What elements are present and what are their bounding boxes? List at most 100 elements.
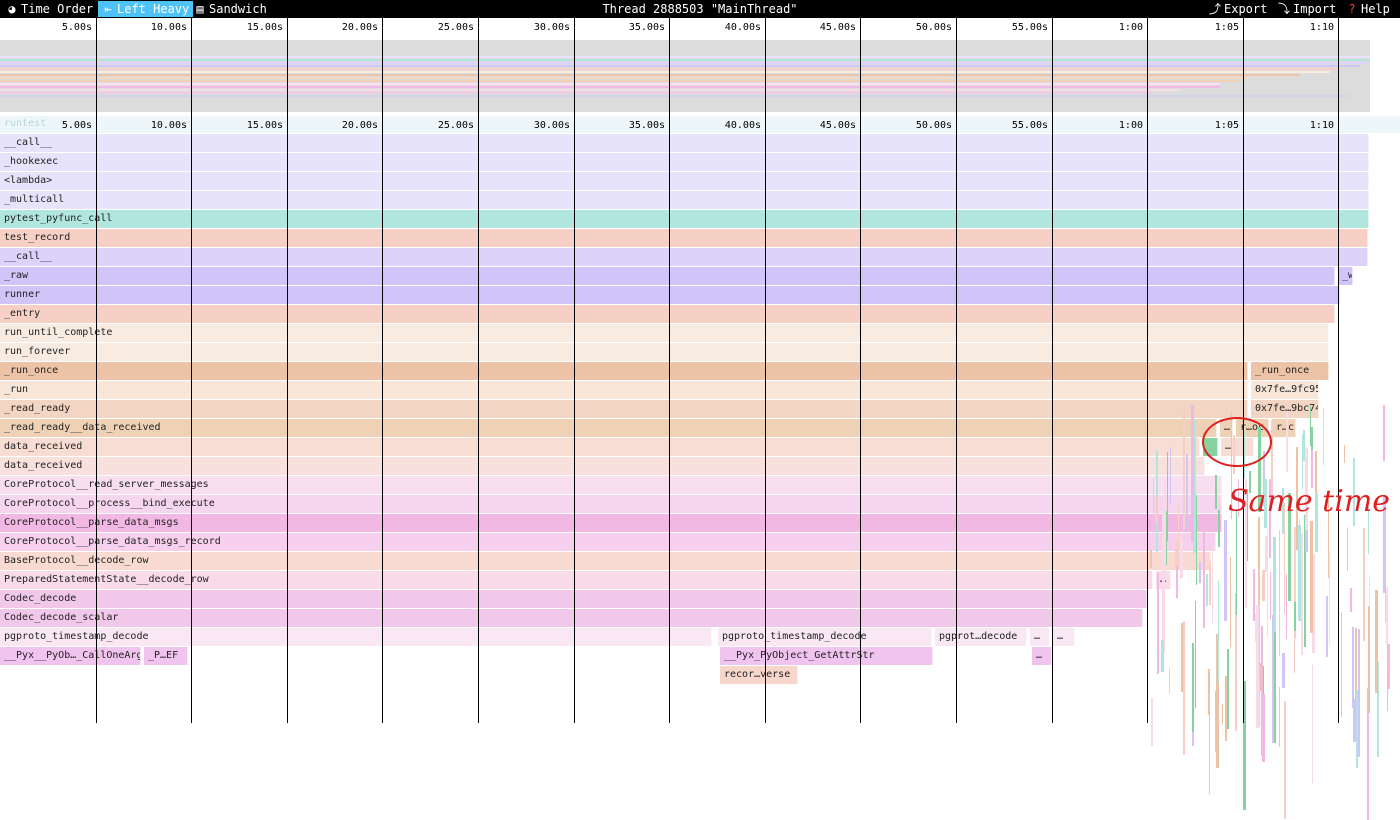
minimap-tick-label: 50.00s — [915, 22, 952, 33]
flame-frame[interactable]: _raw — [0, 267, 1335, 285]
annotation-text: Same time — [1228, 484, 1391, 519]
flame-tail — [1310, 406, 1312, 447]
flame-frame[interactable]: pgprot…decode — [935, 628, 1027, 646]
flame-tick-label: 20.00s — [341, 120, 378, 131]
flame-frame[interactable]: _multicall — [0, 191, 1369, 209]
flame-tail — [1182, 621, 1185, 756]
flame-tail — [1214, 475, 1217, 509]
flame-frame[interactable]: _P…EF — [144, 647, 188, 665]
minimap-tick-label: 10.00s — [150, 22, 187, 33]
sandwich-icon: ▤ — [196, 2, 204, 16]
flame-tail — [1170, 447, 1172, 505]
flame-frame[interactable]: _run_once — [0, 362, 1248, 380]
flame-tick-label: 30.00s — [533, 120, 570, 131]
flame-frame[interactable]: data_received — [0, 438, 1200, 456]
flame-row: _read_ready__data_received…r…ocr…c — [0, 419, 1370, 437]
clock-icon: ◕ — [8, 2, 16, 16]
flame-frame[interactable]: r…c — [1272, 419, 1296, 437]
flame-frame[interactable]: … — [1030, 628, 1050, 646]
flame-row: runner — [0, 286, 1370, 304]
flame-tick-label: 5.00s — [61, 120, 92, 131]
flame-tail — [1293, 602, 1296, 632]
flame-frame[interactable]: pgproto_timestamp_decode — [718, 628, 932, 646]
tab-left-heavy[interactable]: ⇤ Left Heavy — [98, 1, 194, 17]
flame-frame[interactable]: __Pyx__PyOb…_CallOneArg — [0, 647, 141, 665]
flame-row: _multicall — [0, 191, 1370, 209]
flame-row: test_record — [0, 229, 1370, 247]
flame-frame[interactable]: CoreProtocol__process__bind_execute — [0, 495, 1222, 513]
flame-row: __call__ — [0, 134, 1370, 152]
flame-frame[interactable]: Codec_decode_scalar — [0, 609, 1143, 627]
grid-line — [1243, 18, 1244, 723]
tab-time-order[interactable]: ◕ Time Order — [2, 1, 97, 17]
flame-tick-label: 50.00s — [915, 120, 952, 131]
flame-tail — [1270, 572, 1272, 620]
grid-line — [1052, 18, 1053, 723]
flame-frame[interactable]: CoreProtocol__read_server_messages — [0, 476, 1222, 494]
flame-frame[interactable]: _run — [0, 381, 1248, 399]
flame-row: data_received… — [0, 438, 1370, 456]
flame-tail — [1208, 688, 1210, 794]
flame-row: <lambda> — [0, 172, 1370, 190]
flame-tail — [1355, 690, 1358, 769]
flame-tail — [1322, 408, 1324, 466]
flame-frame[interactable]: … — [1053, 628, 1075, 646]
help-button[interactable]: ? Help — [1342, 1, 1394, 17]
flame-tick-label: 10.00s — [150, 120, 187, 131]
flame-frame[interactable]: _w — [1338, 267, 1353, 285]
flame-tail — [1387, 672, 1389, 712]
flame-tick-label: 55.00s — [1011, 120, 1048, 131]
flame-frame[interactable]: runner — [0, 286, 1340, 304]
flame-tail — [1167, 452, 1169, 542]
flame-frame[interactable]: __call__ — [0, 248, 1368, 266]
minimap-tick-label: 5.00s — [61, 22, 92, 33]
grid-line — [574, 18, 575, 723]
flame-tail — [1264, 536, 1267, 573]
flame-frame[interactable]: PreparedStatementState__decode_row — [0, 571, 1153, 589]
flame-frame[interactable]: _read_ready — [0, 400, 1248, 418]
flame-tail — [1212, 546, 1214, 624]
flame-tail — [1199, 562, 1202, 584]
flame-tail — [1205, 573, 1208, 606]
flame-tail — [1258, 568, 1260, 681]
flame-row: _entry — [0, 305, 1370, 323]
flame-frame[interactable]: _entry — [0, 305, 1335, 323]
flame-frame[interactable]: test_record — [0, 229, 1368, 247]
flame-tail — [1222, 703, 1224, 725]
flame-frame[interactable]: _run_once — [1251, 362, 1329, 380]
flame-frame[interactable]: __Pyx_PyObject_GetAttrStr — [720, 647, 933, 665]
flame-frame[interactable]: run_forever — [0, 343, 1329, 361]
flame-tail — [1341, 611, 1343, 717]
grid-line — [765, 18, 766, 723]
minimap-tick-label: 20.00s — [341, 22, 378, 33]
flame-tail — [1230, 557, 1232, 648]
flame-frame[interactable]: pgproto_timestamp_decode — [0, 628, 712, 646]
flame-frame[interactable]: pytest_pyfunc_call — [0, 210, 1369, 228]
flame-frame[interactable]: CoreProtocol__parse_data_msgs_record — [0, 533, 1216, 551]
flame-tail — [1195, 495, 1197, 586]
flame-tail — [1234, 615, 1237, 732]
flame-tail — [1325, 595, 1328, 657]
import-icon: ⤵ — [1278, 2, 1291, 16]
flame-frame[interactable]: data_received — [0, 457, 1205, 475]
flame-tick-label: 40.00s — [724, 120, 761, 131]
tab-sandwich[interactable]: ▤ Sandwich — [190, 1, 271, 17]
flame-frame[interactable]: __call__ — [0, 134, 1369, 152]
flame-frame[interactable]: _read_ready__data_received — [0, 419, 1217, 437]
import-button[interactable]: ⤵ Import — [1274, 1, 1340, 17]
flame-frame[interactable]: CoreProtocol__parse_data_msgs — [0, 514, 1222, 532]
flame-frame[interactable]: recor…verse — [720, 666, 798, 684]
flame-row: _raw _w — [0, 267, 1370, 285]
flame-frame[interactable]: BaseProtocol__decode_row — [0, 552, 1211, 570]
flame-frame[interactable]: 0x7fe…9fc95 — [1251, 381, 1319, 399]
flame-tail — [1311, 450, 1314, 489]
flame-frame[interactable]: run_until_complete — [0, 324, 1329, 342]
flame-frame[interactable]: _hookexec — [0, 153, 1369, 171]
export-button[interactable]: ⤴ Export — [1205, 1, 1271, 17]
import-label: Import — [1293, 2, 1337, 16]
minimap-tick-label: 1:05 — [1214, 22, 1239, 33]
flame-tail — [1150, 550, 1153, 569]
flame-frame[interactable]: … — [1032, 647, 1052, 665]
flame-frame[interactable]: <lambda> — [0, 172, 1369, 190]
grid-line — [1338, 18, 1339, 723]
